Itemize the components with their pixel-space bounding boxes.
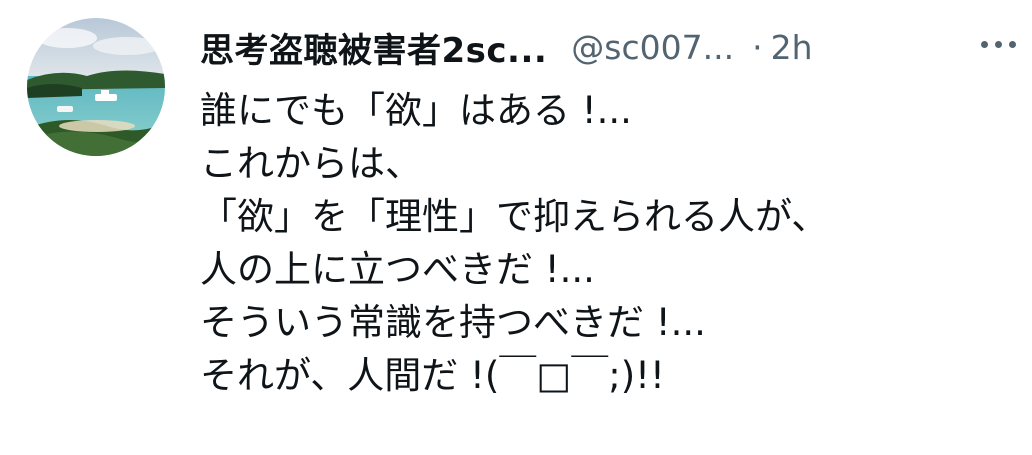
avatar[interactable]	[27, 18, 165, 156]
avatar-image	[27, 18, 165, 156]
tweet-line: 人の上に立つべきだ !...	[200, 248, 595, 291]
dot-1	[980, 40, 988, 48]
tweet-line: そういう常識を持つべきだ !...	[200, 301, 706, 344]
tweet[interactable]: 思考盗聴被害者2sc... @sc007... · 2h 誰にでも「欲」はある …	[0, 0, 1032, 455]
timestamp[interactable]: 2h	[771, 28, 813, 67]
dot-3	[1008, 40, 1016, 48]
tweet-line: それが、人間だ !(￣□￣;)!!	[200, 354, 665, 397]
tweet-line: 誰にでも「欲」はある !...	[200, 89, 632, 132]
dot-2	[994, 40, 1002, 48]
user-handle[interactable]: @sc007...	[571, 28, 734, 67]
display-name[interactable]: 思考盗聴被害者2sc...	[200, 23, 547, 72]
tweet-header: 思考盗聴被害者2sc... @sc007... · 2h	[200, 22, 1020, 72]
tweet-line: これからは、	[200, 142, 422, 185]
separator-dot: ·	[752, 27, 763, 67]
tweet-line: 「欲」を「理性」で抑えられる人が、	[200, 195, 829, 238]
tweet-text: 誰にでも「欲」はある !... これからは、 「欲」を「理性」で抑えられる人が、…	[200, 84, 1010, 402]
more-horizontal-icon[interactable]	[974, 32, 1022, 56]
